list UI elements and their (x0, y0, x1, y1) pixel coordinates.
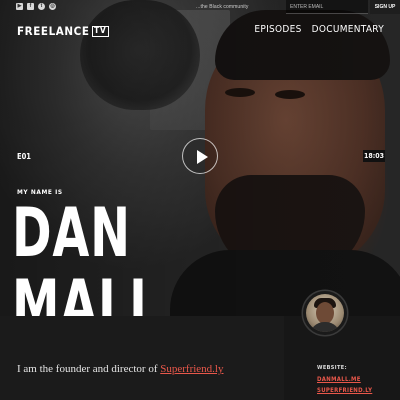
instagram-icon[interactable]: ◎ (49, 3, 56, 10)
email-input[interactable] (286, 0, 368, 14)
logo-badge: TV (91, 25, 109, 37)
tagline: ...the Black community (196, 4, 249, 10)
site-logo[interactable]: FREELANCE TV (17, 24, 109, 38)
facebook-icon[interactable]: f (27, 3, 34, 10)
bio-prefix: I am the founder and director of (17, 363, 161, 375)
first-name: DAN (12, 194, 131, 273)
avatar-face (316, 302, 334, 324)
sign-up-button[interactable]: SIGN UP (370, 0, 400, 14)
video-duration: 18:03 (363, 150, 385, 162)
nav-episodes[interactable]: EPISODES (254, 24, 301, 35)
twitter-icon[interactable]: t (38, 3, 45, 10)
main-nav: EPISODES DOCUMENTARY (254, 24, 384, 35)
bio-company-link[interactable]: Superfriend.ly (160, 363, 223, 375)
nav-documentary[interactable]: DOCUMENTARY (312, 24, 384, 35)
episode-number: E01 (17, 152, 32, 161)
avatar (303, 291, 347, 335)
top-bar: ▶ f t ◎ ...the Black community SIGN UP (0, 0, 400, 14)
social-links: ▶ f t ◎ (16, 3, 56, 10)
bio-text: I am the founder and director of Superfr… (17, 363, 223, 375)
youtube-icon[interactable]: ▶ (16, 3, 23, 10)
website-link-superfriendly[interactable]: SUPERFRIEND.LY (317, 387, 372, 394)
logo-text: FREELANCE (17, 24, 90, 38)
website-label: WEBSITE: (317, 365, 347, 371)
website-link-danmall[interactable]: DANMALL.ME (317, 376, 361, 383)
play-icon[interactable] (182, 138, 218, 174)
